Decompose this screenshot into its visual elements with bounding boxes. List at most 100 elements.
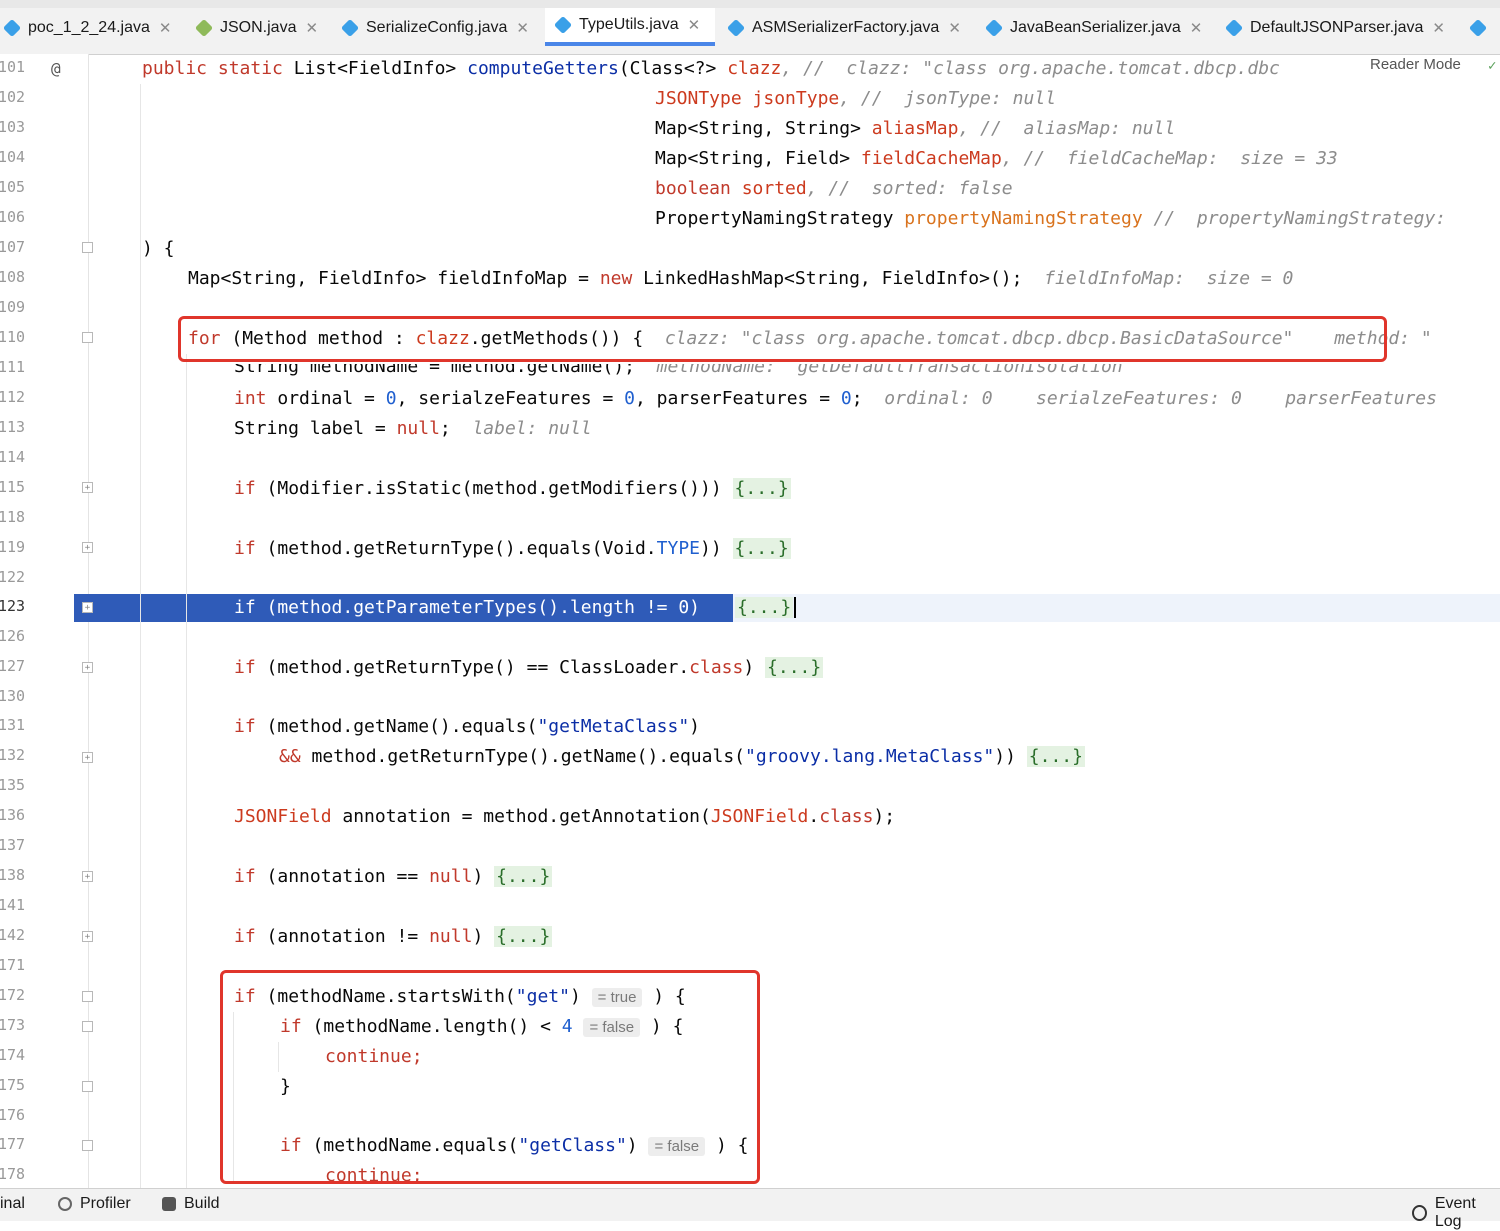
folded-block[interactable]: {...} — [732, 538, 791, 559]
close-icon[interactable]: ✕ — [516, 19, 529, 37]
event-log-icon — [1412, 1205, 1427, 1221]
folded-block[interactable]: {...} — [494, 926, 553, 947]
code-line-123[interactable]: if (method.getParameterTypes().length !=… — [234, 597, 700, 619]
java-class-icon — [340, 18, 360, 38]
reader-mode-button[interactable]: Reader Mode — [1370, 56, 1461, 73]
expand-fold-icon[interactable]: + — [82, 931, 93, 942]
type: Map<String, String> — [655, 118, 872, 139]
code-line-104[interactable]: Map<String, Field> fieldCacheMap, // fie… — [655, 148, 1338, 170]
fold-marker-icon[interactable] — [82, 332, 93, 343]
line-number: 103 — [0, 118, 26, 136]
tab-json[interactable]: JSON.java ✕ — [194, 8, 318, 48]
line-number: 119 — [0, 538, 26, 556]
folded-block[interactable]: {...} — [735, 597, 794, 618]
close-icon[interactable]: ✕ — [688, 16, 701, 34]
code-line-138[interactable]: if (annotation == null) {...} — [234, 866, 553, 888]
fold-marker-icon[interactable] — [82, 1140, 93, 1151]
keyword: class — [819, 806, 874, 827]
expand-fold-icon[interactable]: + — [82, 662, 93, 673]
code-line-108[interactable]: Map<String, FieldInfo> fieldInfoMap = ne… — [188, 268, 1293, 290]
expand-fold-icon[interactable]: + — [82, 602, 93, 613]
code-line-132[interactable]: && method.getReturnType().getName().equa… — [279, 746, 1085, 768]
debug-hint: ordinal: 0 serialzeFeatures: 0 parserFea… — [862, 388, 1437, 409]
code-text: (method.getReturnType() == ClassLoader. — [266, 657, 690, 678]
line-number: 173 — [0, 1016, 26, 1034]
expand-fold-icon[interactable]: + — [82, 482, 93, 493]
code-line-115[interactable]: if (Modifier.isStatic(method.getModifier… — [234, 478, 791, 500]
code-line-101[interactable]: public static List<FieldInfo> computeGet… — [142, 58, 1280, 80]
param: sorted — [741, 178, 807, 199]
tab-label: poc_1_2_24.java — [28, 19, 150, 36]
number: 0 — [385, 388, 397, 409]
code-line-107[interactable]: ) { — [142, 238, 175, 260]
fold-marker-icon[interactable] — [82, 991, 93, 1002]
event-log-button[interactable]: Event Log — [1412, 1195, 1500, 1231]
tab-overflow[interactable] — [1468, 8, 1494, 48]
code-line-142[interactable]: if (annotation != null) {...} — [234, 926, 553, 948]
tab-asmserializerfactory[interactable]: ASMSerializerFactory.java ✕ — [726, 8, 961, 48]
terminal-tool-button[interactable]: inal — [0, 1195, 25, 1213]
close-icon[interactable]: ✕ — [159, 19, 172, 37]
code-line-131[interactable]: if (method.getName().equals("getMetaClas… — [234, 716, 700, 738]
build-tool-button[interactable]: Build — [162, 1195, 220, 1213]
code-text: ordinal = — [277, 388, 386, 409]
code-line-105[interactable]: boolean sorted, // sorted: false — [655, 178, 1013, 200]
comment: , // — [806, 178, 861, 199]
code-line-123-fold[interactable]: {...} — [735, 597, 797, 619]
code-line-127[interactable]: if (method.getReturnType() == ClassLoade… — [234, 657, 824, 679]
close-icon[interactable]: ✕ — [948, 19, 961, 37]
code-line-113[interactable]: String label = null; label: null — [234, 418, 592, 440]
code-line-119[interactable]: if (method.getReturnType().equals(Void.T… — [234, 538, 791, 560]
tab-defaultjsonparser[interactable]: DefaultJSONParser.java ✕ — [1224, 8, 1445, 48]
profiler-tool-button[interactable]: Profiler — [58, 1195, 131, 1213]
string: "getMetaClass" — [537, 716, 690, 737]
fold-marker-icon[interactable] — [82, 1021, 93, 1032]
keyword: null — [396, 418, 440, 439]
close-icon[interactable]: ✕ — [1190, 19, 1203, 37]
line-number: 174 — [0, 1046, 26, 1064]
keyword: if — [234, 866, 267, 887]
tab-poc-1-2-24[interactable]: poc_1_2_24.java ✕ — [2, 8, 172, 48]
expand-fold-icon[interactable]: + — [82, 871, 93, 882]
string: "groovy.lang.MetaClass" — [745, 746, 995, 767]
code-line-103[interactable]: Map<String, String> aliasMap, // aliasMa… — [655, 118, 1175, 140]
expand-fold-icon[interactable]: + — [82, 542, 93, 553]
override-marker-icon[interactable]: @ — [51, 59, 61, 78]
tab-label: JSON.java — [220, 19, 297, 36]
folded-block[interactable]: {...} — [765, 657, 824, 678]
fold-marker-icon[interactable] — [82, 242, 93, 253]
keyword: if — [234, 716, 267, 737]
folded-block[interactable]: {...} — [494, 866, 553, 887]
line-number: 111 — [0, 358, 26, 376]
tab-typeutils[interactable]: TypeUtils.java ✕ — [545, 8, 715, 46]
line-number: 127 — [0, 657, 26, 675]
tab-label: SerializeConfig.java — [366, 19, 508, 36]
tab-serializeconfig[interactable]: SerializeConfig.java ✕ — [340, 8, 529, 48]
operator: && — [279, 746, 312, 767]
line-number: 177 — [0, 1135, 26, 1153]
keyword: null — [429, 926, 473, 947]
code-text: ; — [439, 418, 451, 439]
type: Map<String, Field> — [655, 148, 861, 169]
tab-javabeanserializer[interactable]: JavaBeanSerializer.java ✕ — [984, 8, 1203, 48]
expand-fold-icon[interactable]: + — [82, 752, 93, 763]
code-line-106[interactable]: PropertyNamingStrategy propertyNamingStr… — [655, 208, 1446, 230]
close-icon[interactable]: ✕ — [305, 19, 318, 37]
folded-block[interactable]: {...} — [1026, 746, 1085, 767]
fold-marker-icon[interactable] — [82, 1081, 93, 1092]
code-text: ) — [472, 866, 495, 887]
code-line-112[interactable]: int ordinal = 0, serialzeFeatures = 0, p… — [234, 388, 1437, 410]
line-number: 122 — [0, 568, 26, 586]
line-number: 107 — [0, 238, 26, 256]
code-text: (annotation == — [266, 866, 430, 887]
java-class-icon — [1468, 18, 1488, 38]
code-text: )) — [700, 538, 733, 559]
code-line-136[interactable]: JSONField annotation = method.getAnnotat… — [234, 806, 895, 828]
line-number: 108 — [0, 268, 26, 286]
debug-hint: aliasMap: null — [1012, 118, 1176, 139]
close-icon[interactable]: ✕ — [1432, 19, 1445, 37]
param: fieldCacheMap — [860, 148, 1002, 169]
line-number: 112 — [0, 388, 26, 406]
folded-block[interactable]: {...} — [732, 478, 791, 499]
code-line-102[interactable]: JSONType jsonType, // jsonType: null — [655, 88, 1056, 110]
